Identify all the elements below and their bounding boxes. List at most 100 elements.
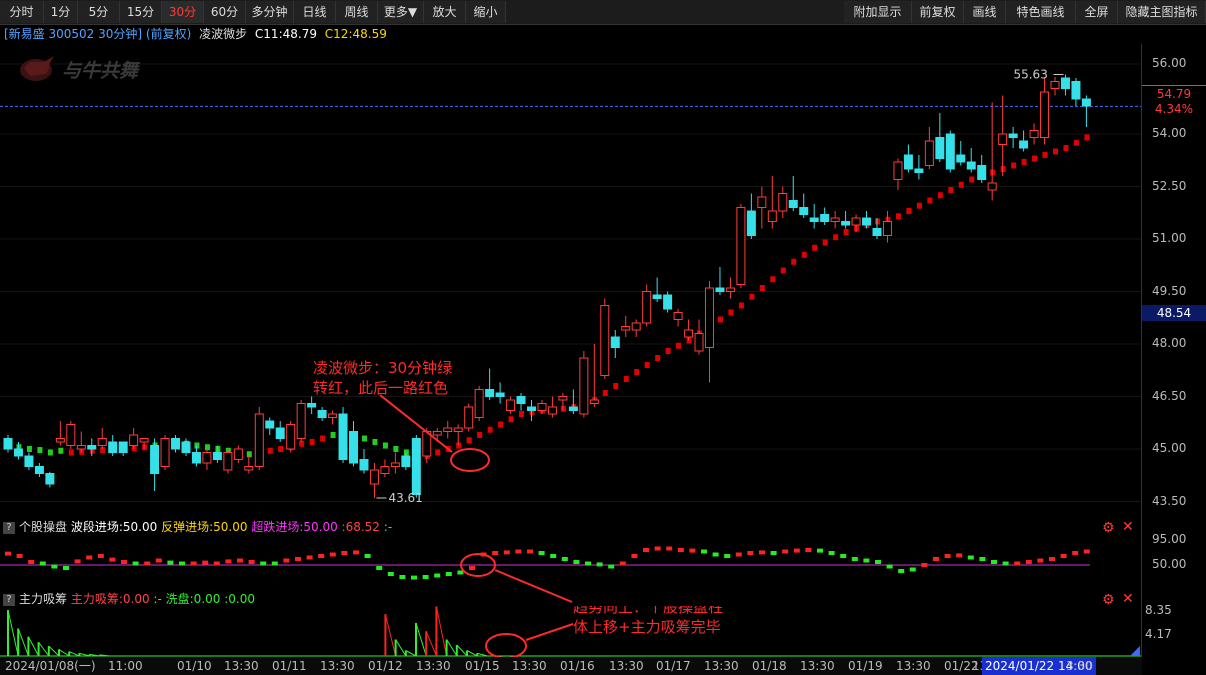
pane3-close-icon[interactable]: ✕ bbox=[1122, 591, 1134, 607]
axis-divider bbox=[1141, 44, 1142, 675]
sar-dot bbox=[508, 416, 514, 423]
pane2-header: ? 个股操盘 波段进场:50.00 反弹进场:50.00 超跌进场:50.00 :… bbox=[0, 518, 392, 536]
option-button-1[interactable]: 前复权 bbox=[912, 1, 964, 23]
candle-body bbox=[547, 406, 557, 415]
pane2-mark bbox=[109, 557, 116, 562]
sar-dot bbox=[267, 447, 273, 454]
price-tick: 48.00 bbox=[1152, 336, 1187, 350]
pane2-mark bbox=[979, 557, 986, 561]
candle-body bbox=[129, 434, 139, 446]
time-tick: 13:30 bbox=[704, 659, 739, 673]
pane3-decay-line bbox=[384, 614, 397, 657]
period-tab-10[interactable]: 放大 bbox=[424, 1, 466, 23]
sar-dot bbox=[833, 234, 839, 241]
indicator-name[interactable]: 凌波微步 bbox=[199, 27, 247, 41]
pane2-mark bbox=[422, 575, 429, 579]
time-tick: 01/18 bbox=[752, 659, 787, 673]
pane2-settings-icon[interactable]: ⚙ bbox=[1102, 520, 1115, 536]
period-tab-3[interactable]: 15分 bbox=[120, 1, 162, 23]
pane2-title[interactable]: 个股操盘 bbox=[19, 520, 67, 534]
candle-body bbox=[778, 193, 788, 212]
sar-dot bbox=[477, 432, 483, 438]
period-tab-6[interactable]: 多分钟 bbox=[246, 1, 294, 23]
period-tab-5[interactable]: 60分 bbox=[204, 1, 246, 23]
watermark-text: 与牛共舞 bbox=[62, 60, 141, 82]
pane2-close-icon[interactable]: ✕ bbox=[1122, 519, 1134, 535]
period-tab-4[interactable]: 30分 bbox=[162, 1, 204, 23]
candle-body bbox=[265, 420, 275, 429]
pane2-mark bbox=[213, 561, 220, 566]
time-tick: 13:30 bbox=[896, 659, 931, 673]
price-tick: 51.00 bbox=[1152, 231, 1187, 245]
candle-body bbox=[568, 406, 578, 411]
pane2-value: :68.52 bbox=[341, 520, 380, 534]
option-button-0[interactable]: 附加显示 bbox=[844, 1, 912, 23]
pane3-help-button[interactable]: ? bbox=[3, 593, 15, 606]
pane2-mark bbox=[353, 550, 359, 555]
pane3-decay-line bbox=[7, 609, 19, 657]
stock-title: [新易盛 300502 30分钟] (前复权) bbox=[4, 27, 192, 41]
pane2-tick: 50.00 bbox=[1152, 557, 1187, 571]
period-tab-8[interactable]: 周线 bbox=[336, 1, 378, 23]
candle-body bbox=[537, 403, 547, 411]
sar-dot bbox=[372, 439, 378, 445]
resize-corner-icon[interactable] bbox=[1130, 646, 1140, 656]
pane2-help-button[interactable]: ? bbox=[3, 521, 15, 534]
pane2-mark bbox=[817, 548, 823, 553]
option-button-4[interactable]: 全屏 bbox=[1076, 1, 1118, 23]
pane3-settings-icon[interactable]: ⚙ bbox=[1102, 592, 1115, 608]
pane2-mark bbox=[132, 561, 139, 566]
candle-body bbox=[34, 466, 44, 474]
sar-dot bbox=[466, 437, 472, 444]
sar-dot bbox=[498, 421, 504, 428]
period-tab-11[interactable]: 缩小 bbox=[466, 1, 506, 23]
candle-body bbox=[87, 445, 97, 450]
candle-body bbox=[1050, 81, 1060, 89]
candlestick-chart[interactable]: 与牛共舞 55.63 43.61 凌波微步：30分钟绿 转红，此后一路红色 bbox=[0, 44, 1206, 518]
pane3-chart[interactable]: 趋势向上：个股操盘柱 体上移+主力吸筹完毕 bbox=[0, 606, 1206, 658]
sar-dot bbox=[927, 197, 933, 204]
sar-dot bbox=[1021, 159, 1027, 165]
candle-body bbox=[443, 427, 453, 432]
sar-dot bbox=[969, 176, 975, 183]
period-tab-9[interactable]: 更多▼ bbox=[378, 1, 424, 23]
period-tab-1[interactable]: 1分 bbox=[44, 1, 78, 23]
pane2-mark bbox=[631, 554, 638, 558]
candle-body bbox=[945, 133, 955, 170]
period-tab-7[interactable]: 日线 bbox=[294, 1, 336, 23]
pane3-decay-line bbox=[425, 631, 437, 657]
pane2-mark bbox=[921, 563, 928, 567]
option-button-2[interactable]: 画线 bbox=[964, 1, 1006, 23]
pane2-mark bbox=[167, 560, 174, 565]
period-tab-2[interactable]: 5分 bbox=[78, 1, 120, 23]
pane2-mark bbox=[225, 559, 232, 564]
option-button-5[interactable]: 隐藏主图指标 bbox=[1118, 1, 1206, 23]
pane3-title[interactable]: 主力吸筹 bbox=[19, 592, 67, 606]
candle-body bbox=[150, 445, 160, 474]
candle-body bbox=[663, 294, 673, 310]
candle-body bbox=[736, 207, 746, 285]
pane2-extra: :- bbox=[383, 520, 393, 534]
pane2-mark bbox=[886, 564, 893, 569]
option-button-3[interactable]: 特色画线 bbox=[1006, 1, 1076, 23]
pane3-decay-line bbox=[405, 650, 417, 657]
watermark: 与牛共舞 bbox=[20, 56, 141, 82]
candle-body bbox=[506, 399, 516, 411]
sar-dot bbox=[717, 316, 723, 323]
chart-info-bar: [新易盛 300502 30分钟] (前复权) 凌波微步 C11:48.79 C… bbox=[0, 24, 1206, 44]
pane2-mark bbox=[1049, 557, 1055, 561]
period-tab-0[interactable]: 分时 bbox=[0, 1, 44, 23]
pane2-mark bbox=[260, 561, 267, 566]
sar-dot bbox=[948, 187, 954, 193]
time-tick: 01/11 bbox=[272, 659, 307, 673]
sar-dot bbox=[613, 383, 619, 389]
sar-dot bbox=[812, 244, 818, 251]
pane2-mark bbox=[677, 548, 684, 552]
pane2-chart[interactable] bbox=[0, 536, 1206, 590]
pane2-mark bbox=[851, 557, 858, 561]
candle-body bbox=[830, 217, 840, 222]
pane2-mark bbox=[701, 549, 707, 554]
sar-dot bbox=[330, 432, 336, 438]
sar-dot bbox=[738, 302, 744, 309]
time-tick: 01/19 bbox=[848, 659, 883, 673]
